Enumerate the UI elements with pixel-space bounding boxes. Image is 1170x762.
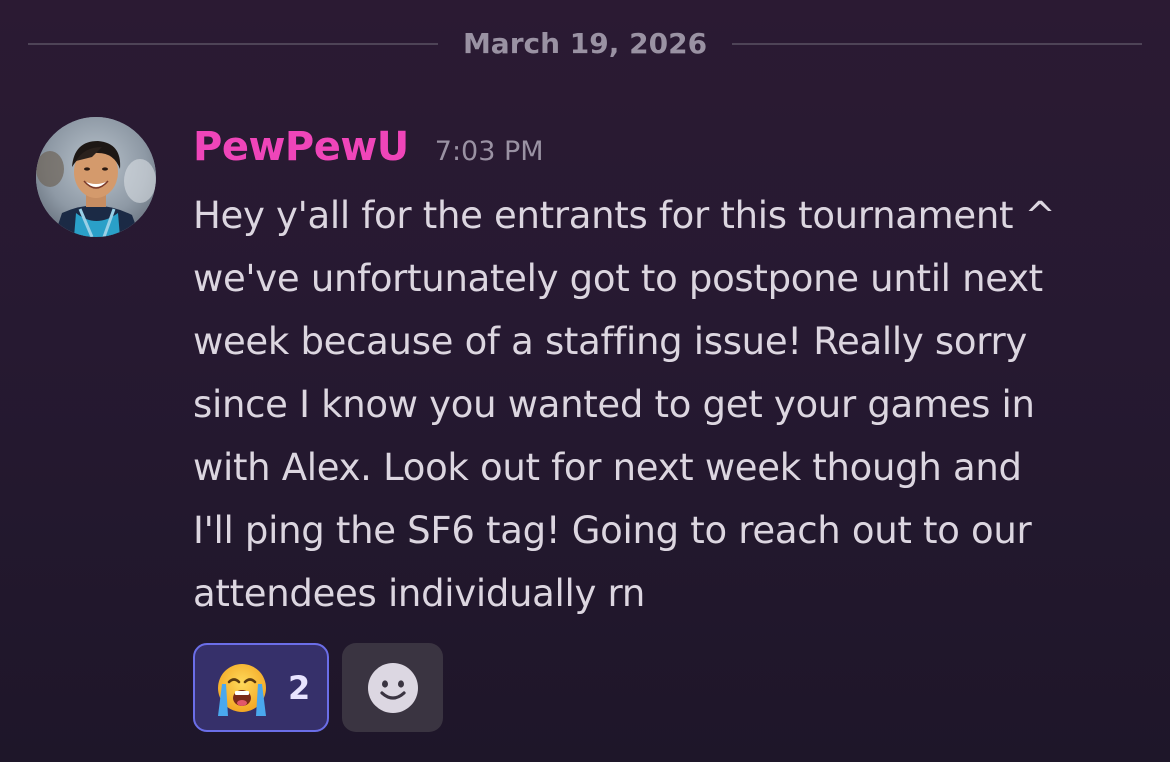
message-header: PewPewU 7:03 PM [193,124,544,180]
message-line: attendees individually rn [193,572,645,615]
message-line: Hey y'all for the entrants for this tour… [193,194,1056,237]
reaction-count: 2 [288,668,311,707]
smiley-add-reaction-icon [367,662,418,713]
message-line: week because of a staffing issue! Really… [193,320,1027,363]
timestamp: 7:03 PM [434,136,544,167]
message-content: Hey y'all for the entrants for this tour… [193,184,1143,625]
message-line: we've unfortunately got to postpone unti… [193,257,1043,300]
message-line: since I know you wanted to get your game… [193,383,1035,426]
date-divider-label: March 19, 2026 [462,27,708,60]
reaction-button[interactable]: 2 [193,643,329,732]
user-avatar-photo-icon [36,117,156,237]
add-reaction-button[interactable] [342,643,443,732]
loudly-crying-face-icon [218,663,266,716]
message-line: I'll ping the SF6 tag! Going to reach ou… [193,509,1032,552]
avatar[interactable] [36,117,156,237]
message-line: with Alex. Look out for next week though… [193,446,1022,489]
divider-line-left [28,43,438,45]
username[interactable]: PewPewU [193,124,409,170]
divider-line-right [732,43,1142,45]
date-divider: March 19, 2026 [28,22,1142,66]
